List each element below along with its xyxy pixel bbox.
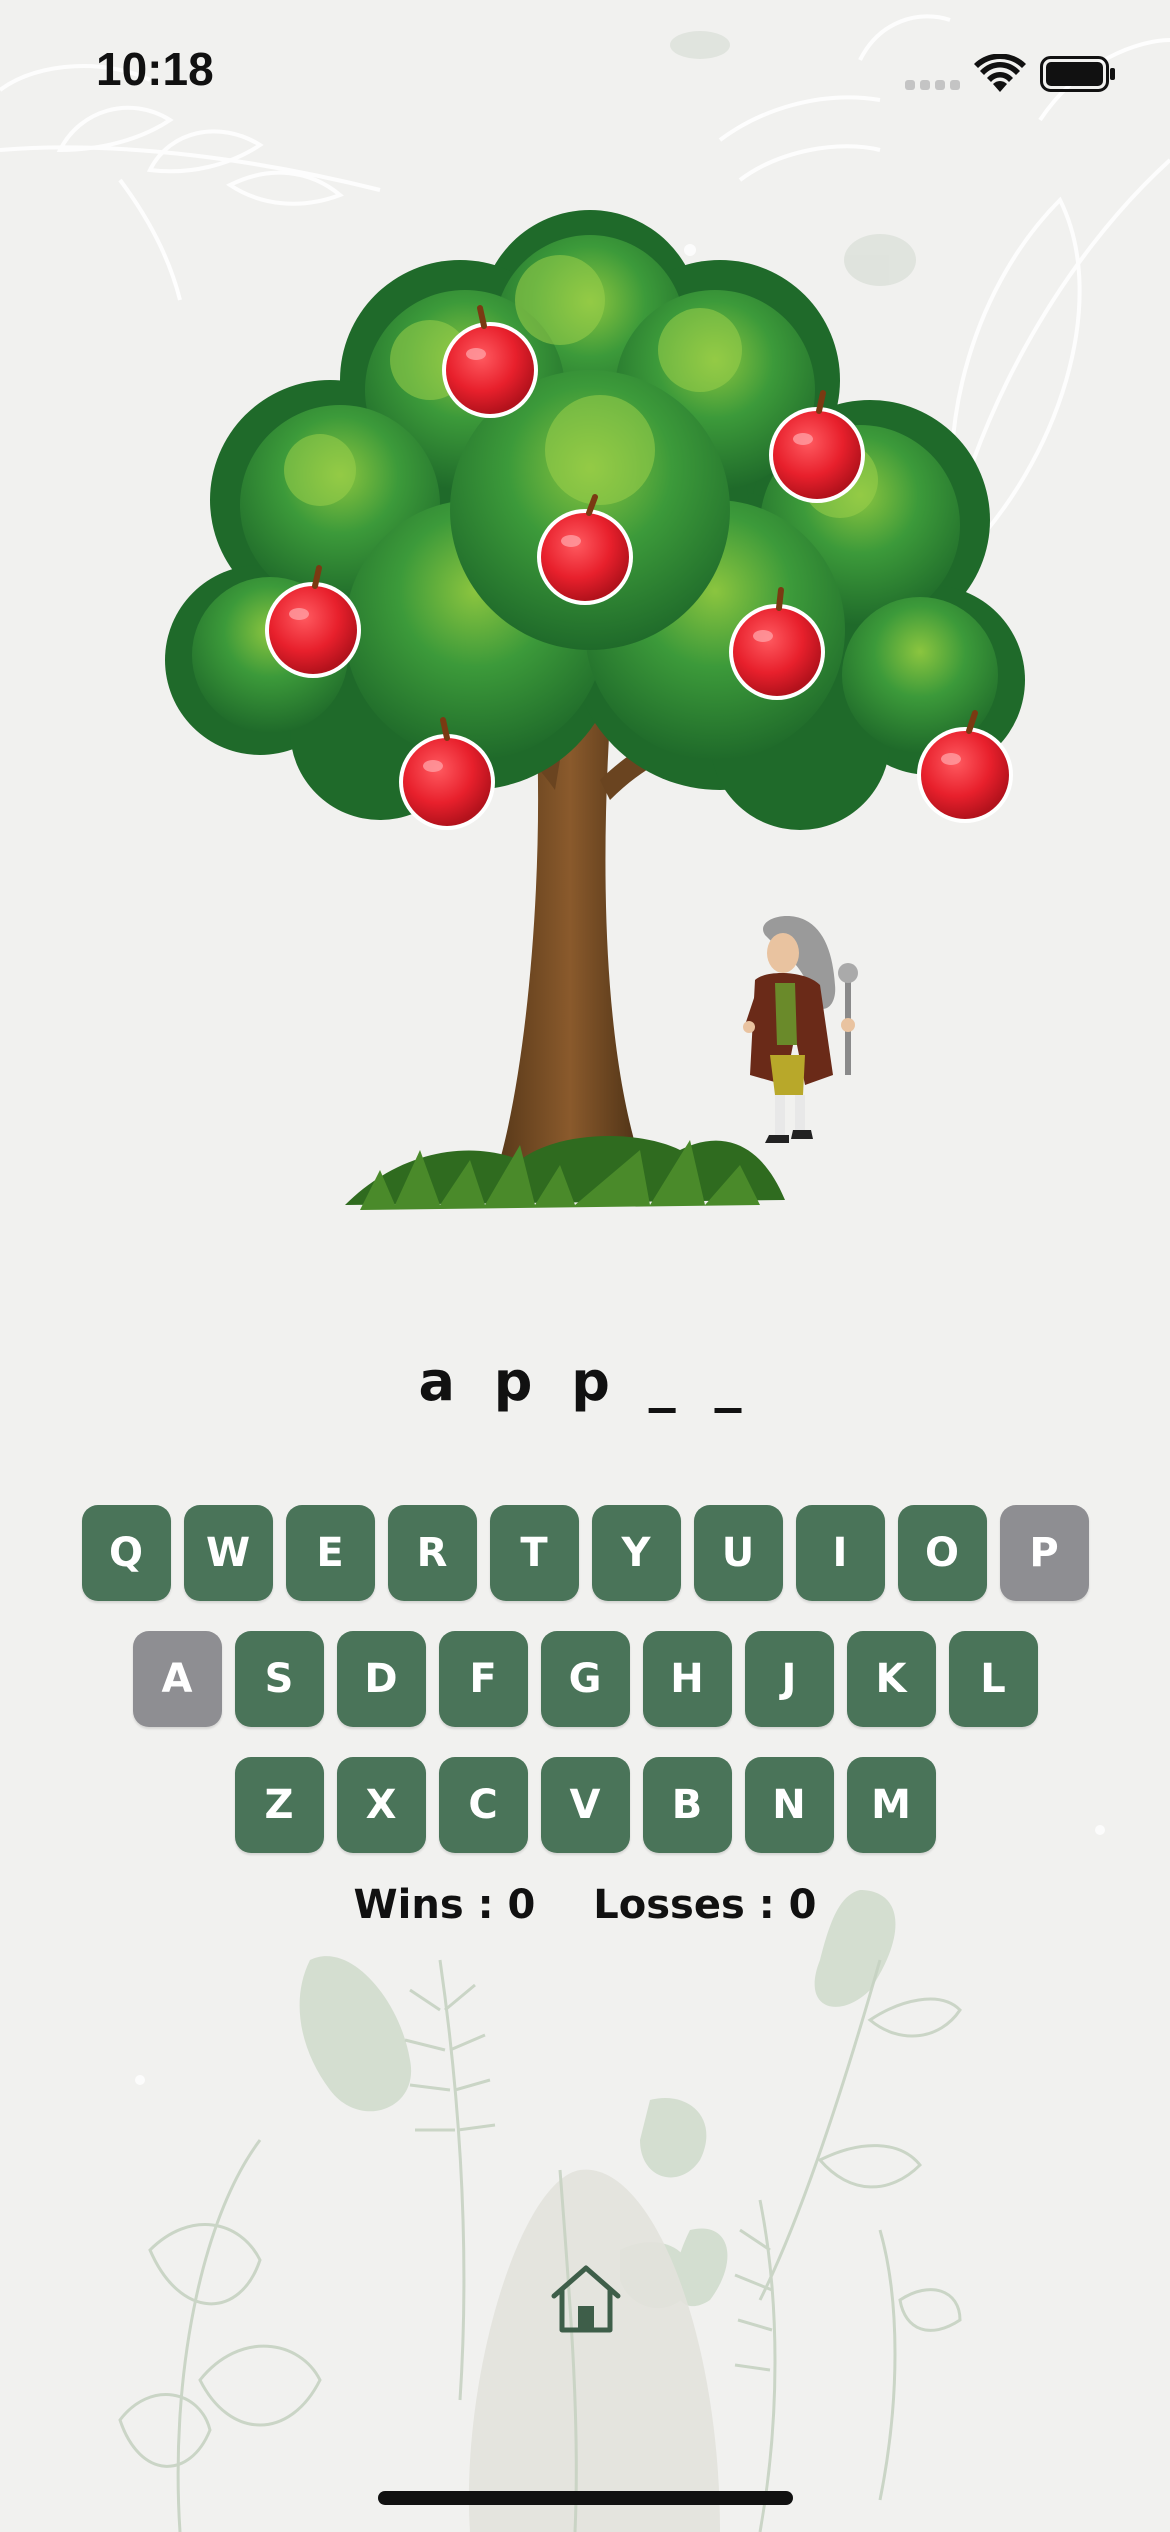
key-a[interactable]: A bbox=[132, 1631, 222, 1727]
key-u[interactable]: U bbox=[693, 1505, 783, 1601]
key-x[interactable]: X bbox=[336, 1757, 426, 1853]
key-c[interactable]: C bbox=[438, 1757, 528, 1853]
losses-count: Losses : 0 bbox=[593, 1882, 817, 1928]
keyboard-row: Z X C V B N M bbox=[0, 1757, 1170, 1853]
home-button[interactable] bbox=[548, 2262, 624, 2334]
key-v[interactable]: V bbox=[540, 1757, 630, 1853]
key-s[interactable]: S bbox=[234, 1631, 324, 1727]
key-g[interactable]: G bbox=[540, 1631, 630, 1727]
key-d[interactable]: D bbox=[336, 1631, 426, 1727]
key-l[interactable]: L bbox=[948, 1631, 1038, 1727]
key-b[interactable]: B bbox=[642, 1757, 732, 1853]
key-r[interactable]: R bbox=[387, 1505, 477, 1601]
key-n[interactable]: N bbox=[744, 1757, 834, 1853]
key-p[interactable]: P bbox=[999, 1505, 1089, 1601]
key-e[interactable]: E bbox=[285, 1505, 375, 1601]
home-icon bbox=[551, 2265, 621, 2333]
key-z[interactable]: Z bbox=[234, 1757, 324, 1853]
score-display: Wins : 0 Losses : 0 bbox=[0, 1882, 1170, 1928]
key-f[interactable]: F bbox=[438, 1631, 528, 1727]
key-i[interactable]: I bbox=[795, 1505, 885, 1601]
keyboard-row: Q W E R T Y U I O P bbox=[0, 1505, 1170, 1601]
home-indicator bbox=[378, 2491, 793, 2505]
key-j[interactable]: J bbox=[744, 1631, 834, 1727]
key-o[interactable]: O bbox=[897, 1505, 987, 1601]
key-h[interactable]: H bbox=[642, 1631, 732, 1727]
key-y[interactable]: Y bbox=[591, 1505, 681, 1601]
key-w[interactable]: W bbox=[183, 1505, 273, 1601]
key-t[interactable]: T bbox=[489, 1505, 579, 1601]
apple-tree bbox=[165, 210, 1025, 1210]
key-q[interactable]: Q bbox=[81, 1505, 171, 1601]
word-display: a p p _ _ bbox=[418, 1350, 752, 1413]
newton-character bbox=[743, 915, 858, 1143]
letter-keyboard: Q W E R T Y U I O P A S D F G H J K L Z … bbox=[0, 1505, 1170, 1883]
wins-count: Wins : 0 bbox=[353, 1882, 536, 1928]
key-m[interactable]: M bbox=[846, 1757, 936, 1853]
keyboard-row: A S D F G H J K L bbox=[0, 1631, 1170, 1727]
game-scene bbox=[165, 210, 1025, 1210]
key-k[interactable]: K bbox=[846, 1631, 936, 1727]
